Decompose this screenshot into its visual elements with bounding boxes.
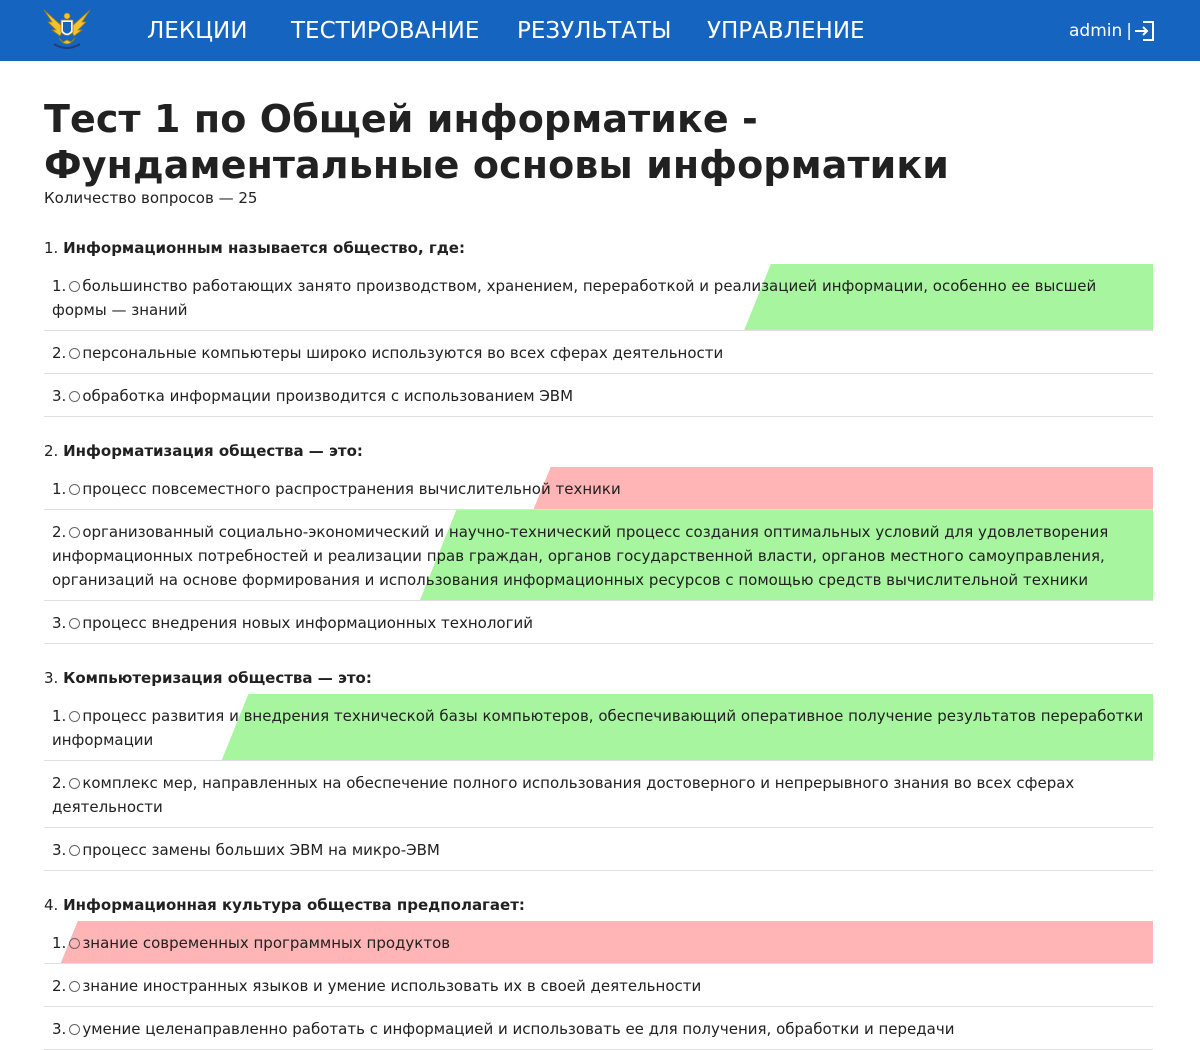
answer-text: процесс внедрения новых информационных т… [82, 614, 533, 632]
question-number: 4. [44, 896, 59, 914]
question-title: 2. Информатизация общества — это: [44, 433, 1153, 467]
nav-lectures[interactable]: ЛЕКЦИИ [147, 17, 247, 45]
radio-button-icon[interactable] [69, 938, 81, 949]
answer-number: 3. [52, 614, 67, 632]
answer-option[interactable]: 1. процесс повсеместного распространения … [44, 467, 1153, 510]
answer-option[interactable]: 2. знание иностранных языков и умение исп… [44, 964, 1153, 1007]
question-block: 1. Информационным называется общество, г… [44, 230, 1153, 417]
user-area: admin | [1069, 17, 1156, 45]
question-title: 4. Информационная культура общества пред… [44, 887, 1153, 921]
radio-button-icon[interactable] [69, 618, 81, 629]
question-block: 2. Информатизация общества — это: 1. проце… [44, 433, 1153, 644]
radio-button-icon[interactable] [69, 711, 81, 722]
radio-button-icon[interactable] [69, 484, 81, 495]
question-title: 1. Информационным называется общество, г… [44, 230, 1153, 264]
answer-option[interactable]: 1. большинство работающих занято производ… [44, 264, 1153, 331]
question-text: Информатизация общества — это: [63, 442, 363, 460]
answer-text: знание иностранных языков и умение испол… [82, 977, 702, 995]
answer-number: 3. [52, 1020, 67, 1038]
answer-text: процесс замены больших ЭВМ на микро-ЭВМ [82, 841, 440, 859]
question-count: Количество вопросов — 25 [44, 189, 258, 207]
answer-number: 2. [52, 774, 67, 792]
radio-button-icon[interactable] [69, 527, 81, 538]
nav-testing[interactable]: ТЕСТИРОВАНИЕ [291, 17, 479, 45]
question-number: 2. [44, 442, 59, 460]
question-block: 3. Компьютеризация общества — это: 1. проц… [44, 660, 1153, 871]
radio-button-icon[interactable] [69, 348, 81, 359]
radio-button-icon[interactable] [69, 391, 81, 402]
answer-text: знание современных программных продуктов [82, 934, 451, 952]
logout-icon[interactable] [1134, 20, 1156, 42]
question-text: Информационным называется общество, где: [63, 239, 465, 257]
question-list: 1. Информационным называется общество, г… [44, 230, 1153, 1050]
answer-option[interactable]: 3. умение целенаправленно работать с инфо… [44, 1007, 1153, 1050]
answer-option[interactable]: 1. процесс развития и внедрения техническ… [44, 694, 1153, 761]
answer-text: процесс развития и внедрения технической… [52, 707, 1144, 749]
radio-button-icon[interactable] [69, 981, 81, 992]
nav-results[interactable]: РЕЗУЛЬТАТЫ [517, 17, 671, 45]
answer-text: процесс повсеместного распространения вы… [82, 480, 621, 498]
answer-number: 3. [52, 387, 67, 405]
answer-option[interactable]: 1. знание современных программных продукт… [44, 921, 1153, 964]
question-number: 3. [44, 669, 59, 687]
question-text: Информационная культура общества предпол… [63, 896, 525, 914]
answer-number: 1. [52, 480, 67, 498]
answer-number: 1. [52, 277, 67, 295]
answer-text: комплекс мер, направленных на обеспечени… [52, 774, 1075, 816]
answer-text: умение целенаправленно работать с информ… [82, 1020, 955, 1038]
top-navbar: ЛЕКЦИИ ТЕСТИРОВАНИЕ РЕЗУЛЬТАТЫ УПРАВЛЕНИ… [0, 0, 1200, 61]
user-name-link[interactable]: admin [1069, 21, 1122, 41]
eagle-emblem-logo-icon[interactable] [42, 6, 92, 52]
answer-option[interactable]: 3. процесс внедрения новых информационных… [44, 601, 1153, 644]
answer-number: 2. [52, 523, 67, 541]
answer-text: обработка информации производится с испо… [82, 387, 574, 405]
answer-option[interactable]: 2. комплекс мер, направленных на обеспече… [44, 761, 1153, 828]
answer-number: 2. [52, 344, 67, 362]
answer-number: 3. [52, 841, 67, 859]
question-number: 1. [44, 239, 59, 257]
radio-button-icon[interactable] [69, 845, 81, 856]
answer-option[interactable]: 2. персональные компьютеры широко использ… [44, 331, 1153, 374]
question-block: 4. Информационная культура общества пред… [44, 887, 1153, 1050]
radio-button-icon[interactable] [69, 1024, 81, 1035]
question-title: 3. Компьютеризация общества — это: [44, 660, 1153, 694]
nav-management[interactable]: УПРАВЛЕНИЕ [707, 17, 865, 45]
answer-option[interactable]: 3. обработка информации производится с ис… [44, 374, 1153, 417]
answer-number: 1. [52, 934, 67, 952]
answer-option[interactable]: 2. организованный социально-экономический… [44, 510, 1153, 601]
answer-text: персональные компьютеры широко использую… [82, 344, 724, 362]
answer-number: 2. [52, 977, 67, 995]
answer-text: большинство работающих занято производст… [52, 277, 1097, 319]
radio-button-icon[interactable] [69, 281, 81, 292]
answer-number: 1. [52, 707, 67, 725]
question-text: Компьютеризация общества — это: [63, 669, 372, 687]
answer-text: организованный социально-экономический и… [52, 523, 1109, 589]
radio-button-icon[interactable] [69, 778, 81, 789]
test-content: Тест 1 по Общей информатике - Фундамента… [44, 96, 1153, 1050]
page-title: Тест 1 по Общей информатике - Фундамента… [44, 97, 949, 187]
user-separator: | [1126, 21, 1132, 41]
answer-option[interactable]: 3. процесс замены больших ЭВМ на микро-ЭВ… [44, 828, 1153, 871]
